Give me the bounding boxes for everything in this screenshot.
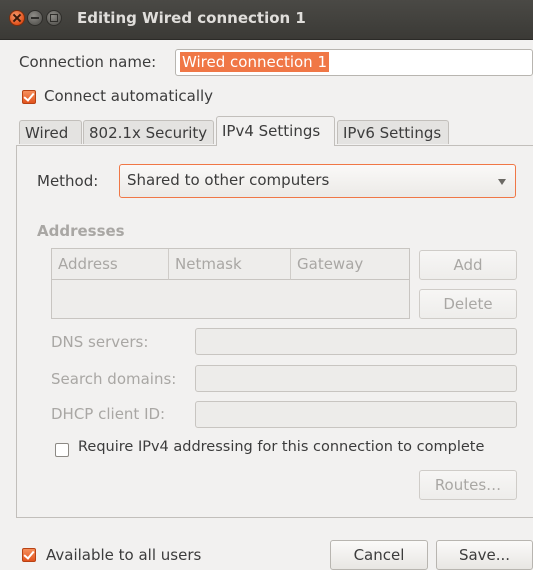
- column-header-netmask[interactable]: Netmask: [169, 249, 291, 280]
- available-to-all-users-checkbox[interactable]: [22, 548, 36, 562]
- method-value: Shared to other computers: [127, 171, 330, 189]
- connection-name-label: Connection name:: [19, 53, 157, 71]
- dhcp-client-id-label: DHCP client ID:: [51, 405, 166, 423]
- connect-automatically-label: Connect automatically: [44, 87, 214, 105]
- addresses-heading: Addresses: [37, 222, 125, 240]
- dhcp-client-id-input[interactable]: [195, 401, 517, 428]
- tab-ipv4-settings[interactable]: IPv4 Settings: [216, 116, 335, 146]
- method-label: Method:: [37, 172, 99, 190]
- search-domains-input[interactable]: [195, 365, 517, 392]
- add-address-button[interactable]: Add: [419, 250, 517, 280]
- column-header-address[interactable]: Address: [52, 249, 169, 280]
- method-dropdown[interactable]: Shared to other computers: [119, 164, 516, 198]
- tab-8021x-security[interactable]: 802.1x Security: [83, 120, 214, 144]
- dns-servers-label: DNS servers:: [51, 333, 149, 351]
- tab-wired[interactable]: Wired: [19, 120, 82, 144]
- dns-servers-input[interactable]: [195, 328, 517, 355]
- require-ipv4-label: Require IPv4 addressing for this connect…: [78, 439, 485, 455]
- delete-address-button[interactable]: Delete: [419, 289, 517, 319]
- connect-automatically-checkbox[interactable]: [22, 90, 36, 104]
- connection-name-input[interactable]: Wired connection 1: [175, 49, 533, 76]
- connection-name-value: Wired connection 1: [180, 52, 329, 72]
- available-to-all-users-label: Available to all users: [46, 546, 202, 564]
- chevron-down-icon: [498, 179, 506, 185]
- window-title: Editing Wired connection 1: [77, 9, 306, 27]
- maximize-icon[interactable]: [46, 10, 62, 26]
- tab-ipv6-settings[interactable]: IPv6 Settings: [337, 120, 449, 144]
- search-domains-label: Search domains:: [51, 370, 177, 388]
- require-ipv4-checkbox[interactable]: [55, 443, 69, 457]
- cancel-button[interactable]: Cancel: [330, 540, 428, 570]
- addresses-table[interactable]: Address Netmask Gateway: [51, 248, 410, 319]
- save-button[interactable]: Save...: [436, 540, 533, 570]
- title-bar: Editing Wired connection 1: [0, 0, 533, 40]
- minimize-icon[interactable]: [27, 10, 43, 26]
- column-header-gateway[interactable]: Gateway: [291, 249, 409, 280]
- close-icon[interactable]: [9, 10, 25, 26]
- routes-button[interactable]: Routes…: [419, 470, 517, 500]
